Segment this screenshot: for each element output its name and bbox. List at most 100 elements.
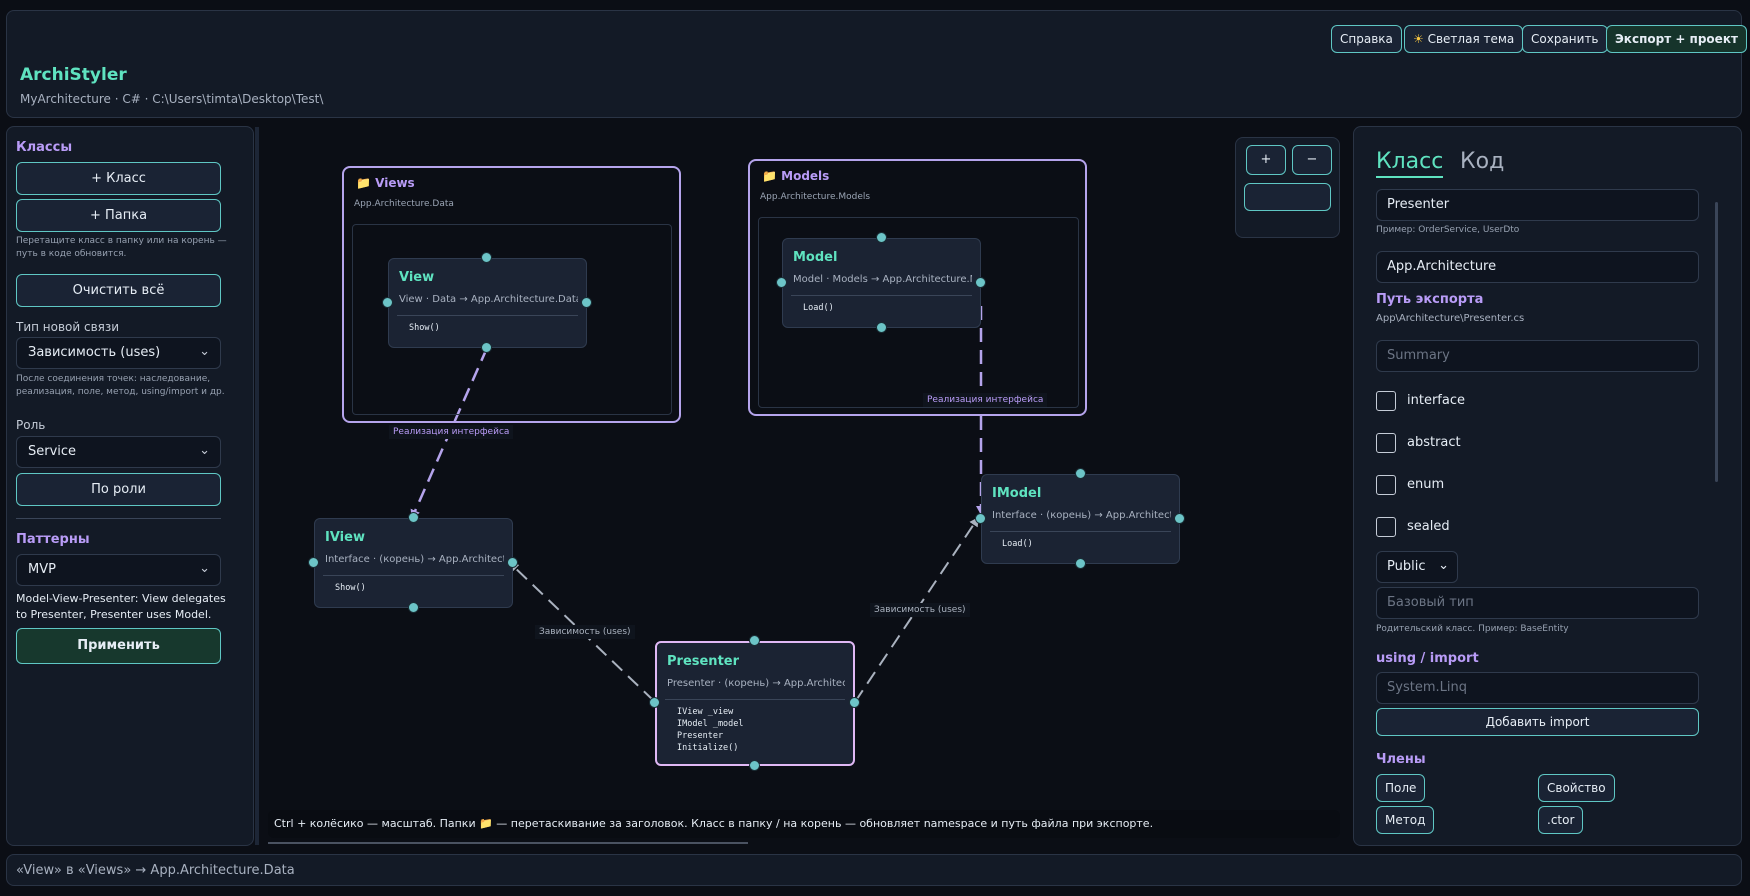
export-path-value: App\Architecture\Presenter.cs <box>1376 313 1525 324</box>
diagram-canvas[interactable]: 📁 Views App.Architecture.Data 📁 Models A… <box>259 127 1349 845</box>
class-node-view[interactable]: View View · Data → App.Architecture.Data… <box>388 258 587 348</box>
theme-toggle-button[interactable]: ☀ Светлая тема <box>1404 25 1524 53</box>
pattern-select[interactable]: MVP ⌄ <box>16 554 221 586</box>
port-presenter-left[interactable] <box>649 697 660 708</box>
port-view-right[interactable] <box>581 297 592 308</box>
class-divider <box>665 699 845 700</box>
add-field-button[interactable]: Поле <box>1376 774 1426 802</box>
port-view-left[interactable] <box>382 297 393 308</box>
sun-icon: ☀ <box>1413 32 1424 46</box>
edge-label: Реализация интерфейса <box>923 393 1048 407</box>
chevron-down-icon: ⌄ <box>199 561 210 576</box>
add-folder-button[interactable]: + Папка <box>16 199 221 232</box>
link-type-label: Тип новой связи <box>16 320 120 334</box>
chevron-down-icon: ⌄ <box>199 443 210 458</box>
canvas-horizontal-scrollbar[interactable] <box>268 842 748 844</box>
tab-class[interactable]: Класс <box>1376 149 1444 178</box>
role-label: Роль <box>16 418 46 432</box>
port-imodel-top[interactable] <box>1075 468 1086 479</box>
class-meta: View · Data → App.Architecture.Data <box>399 294 578 305</box>
access-modifier-value: Public <box>1387 559 1426 574</box>
abstract-checkbox[interactable] <box>1376 433 1396 453</box>
abstract-checkbox-label: abstract <box>1407 435 1461 450</box>
port-imodel-bottom[interactable] <box>1075 558 1086 569</box>
zoom-in-button[interactable]: + <box>1246 145 1286 175</box>
port-imodel-right[interactable] <box>1174 513 1185 524</box>
properties-scrollbar[interactable] <box>1715 202 1718 482</box>
edge-label: Зависимость (uses) <box>535 625 635 639</box>
export-project-button[interactable]: Экспорт + проект <box>1606 25 1747 53</box>
port-iview-right[interactable] <box>507 557 518 568</box>
class-name: View <box>399 270 435 285</box>
by-role-button[interactable]: По роли <box>16 473 221 506</box>
class-node-imodel[interactable]: IModel Interface · (корень) → App.Archit… <box>981 474 1180 564</box>
app-header: ArchiStyler MyArchitecture · C# · C:\Use… <box>6 10 1747 118</box>
port-iview-bottom[interactable] <box>408 602 419 613</box>
pattern-description: Model-View-Presenter: View delegates to … <box>16 592 226 621</box>
add-property-button[interactable]: Свойство <box>1538 774 1615 802</box>
divider <box>16 518 221 519</box>
add-import-button[interactable]: Добавить import <box>1376 708 1699 736</box>
class-name-input[interactable]: Presenter <box>1376 189 1699 221</box>
interface-checkbox[interactable] <box>1376 391 1396 411</box>
save-button[interactable]: Сохранить <box>1522 25 1608 53</box>
access-modifier-select[interactable]: Public ⌄ <box>1376 551 1458 583</box>
status-bar: «View» в «Views» → App.Architecture.Data <box>6 854 1742 886</box>
namespace-input[interactable]: App.Architecture <box>1376 251 1699 283</box>
using-input[interactable]: System.Linq <box>1376 672 1699 704</box>
class-members: IView _view IModel _model Presenter Init… <box>677 707 744 753</box>
port-presenter-right[interactable] <box>849 697 860 708</box>
class-meta: Presenter · (корень) → App.Architecture <box>667 678 845 689</box>
sealed-checkbox[interactable] <box>1376 517 1396 537</box>
port-model-bottom[interactable] <box>876 322 887 333</box>
pattern-value: MVP <box>28 562 56 577</box>
apply-pattern-button[interactable]: Применить <box>16 628 221 664</box>
port-model-left[interactable] <box>776 277 787 288</box>
tab-code[interactable]: Код <box>1460 149 1504 174</box>
status-text: «View» в «Views» → App.Architecture.Data <box>16 863 295 878</box>
zoom-out-button[interactable]: − <box>1292 145 1332 175</box>
class-meta: Interface · (корень) → App.Architecture <box>992 510 1171 521</box>
port-presenter-top[interactable] <box>749 635 760 646</box>
enum-checkbox[interactable] <box>1376 475 1396 495</box>
role-select[interactable]: Service ⌄ <box>16 436 221 468</box>
edge-label: Реализация интерфейса <box>389 425 514 439</box>
port-imodel-left[interactable] <box>975 513 986 524</box>
folder-icon: 📁 <box>762 169 777 183</box>
port-iview-left[interactable] <box>308 557 319 568</box>
base-type-input[interactable]: Базовый тип <box>1376 587 1699 619</box>
class-members: Show() <box>409 323 440 333</box>
class-divider <box>990 531 1171 532</box>
summary-input[interactable]: Summary <box>1376 340 1699 372</box>
port-view-bottom[interactable] <box>481 342 492 353</box>
export-path-title: Путь экспорта <box>1376 292 1484 307</box>
add-class-button[interactable]: + Класс <box>16 162 221 195</box>
class-members: Show() <box>335 583 366 593</box>
class-name: IView <box>325 530 365 545</box>
chevron-down-icon: ⌄ <box>1438 558 1449 573</box>
port-presenter-bottom[interactable] <box>749 760 760 771</box>
link-type-select[interactable]: Зависимость (uses) ⌄ <box>16 337 221 369</box>
class-divider <box>397 315 578 316</box>
zoom-reset-button[interactable] <box>1244 183 1331 211</box>
add-constructor-button[interactable]: .ctor <box>1538 806 1584 834</box>
class-node-model[interactable]: Model Model · Models → App.Architecture.… <box>782 238 981 328</box>
class-name: Presenter <box>667 654 740 669</box>
folder-title[interactable]: 📁 Views <box>356 176 415 190</box>
theme-toggle-label: Светлая тема <box>1427 32 1515 46</box>
class-divider <box>791 295 972 296</box>
class-node-iview[interactable]: IView Interface · (корень) → App.Archite… <box>314 518 513 608</box>
port-model-right[interactable] <box>975 277 986 288</box>
project-subtitle: MyArchitecture · C# · C:\Users\timta\Des… <box>20 92 324 106</box>
help-button[interactable]: Справка <box>1331 25 1402 53</box>
port-view-top[interactable] <box>481 252 492 263</box>
clear-all-button[interactable]: Очистить всё <box>16 274 221 307</box>
folder-title[interactable]: 📁 Models <box>762 169 829 183</box>
folder-namespace: App.Architecture.Models <box>760 192 871 202</box>
port-model-top[interactable] <box>876 232 887 243</box>
add-method-button[interactable]: Метод <box>1376 806 1435 834</box>
folder-namespace: App.Architecture.Data <box>354 199 454 209</box>
class-node-presenter[interactable]: Presenter Presenter · (корень) → App.Arc… <box>655 641 855 766</box>
port-iview-top[interactable] <box>408 512 419 523</box>
class-meta: Model · Models → App.Architecture.Models <box>793 274 972 285</box>
